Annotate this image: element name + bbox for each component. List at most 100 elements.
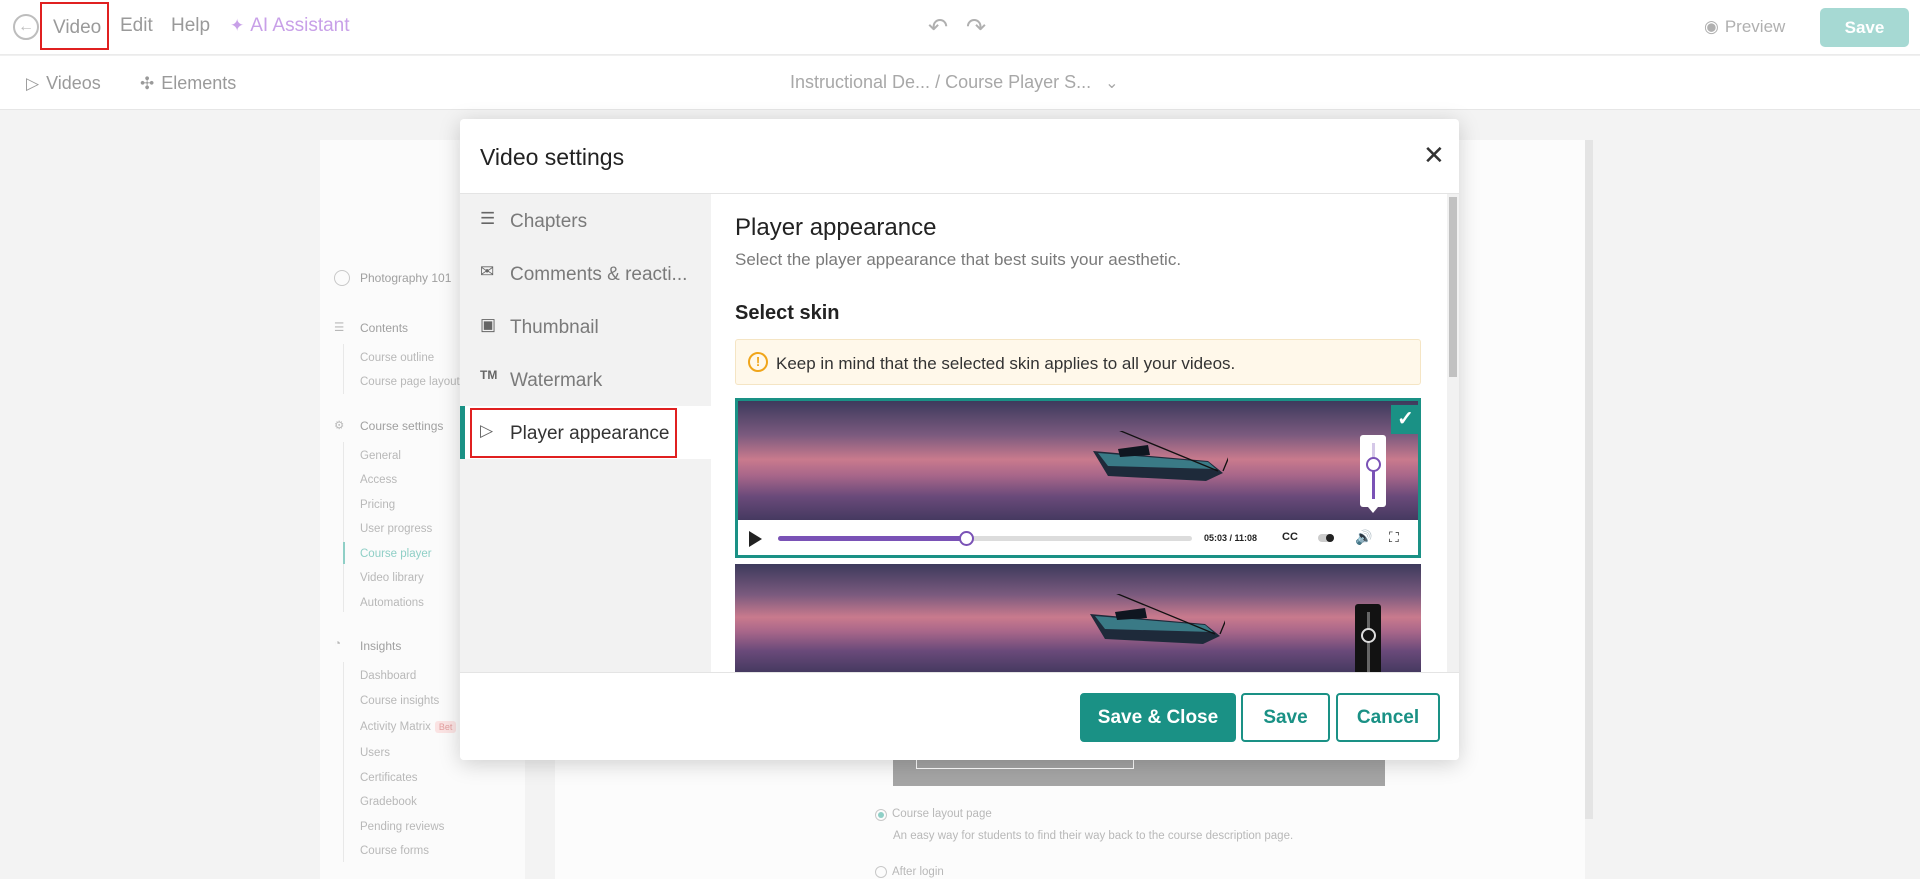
nav-item-label: Player appearance (510, 423, 670, 444)
chapters-icon: ☰ (480, 209, 496, 228)
bg-insights-item: Dashboard (360, 670, 417, 682)
modal-footer: Save & Close Save Cancel (460, 672, 1459, 760)
selected-check-icon: ✓ (1391, 405, 1418, 434)
skin-notice: ! Keep in mind that the selected skin ap… (735, 339, 1421, 385)
sparkle-icon: ✦ (230, 16, 245, 35)
bg-insights-item: Course insights (360, 695, 440, 707)
volume-knob[interactable] (1366, 457, 1381, 472)
scrollbar-thumb[interactable] (1449, 197, 1457, 377)
chevron-down-icon: ⌄ (1105, 75, 1119, 92)
close-icon[interactable]: ✕ (1423, 140, 1445, 170)
beta-badge: Bet (434, 721, 457, 733)
boat-illustration (1090, 594, 1225, 644)
bg-radio-label-2: After login (892, 866, 944, 878)
volume-slider-popup[interactable] (1360, 435, 1386, 513)
bg-insights-heading: Insights (360, 639, 402, 653)
comments-icon: ✉ (480, 262, 495, 281)
undo-icon[interactable]: ↶ (928, 13, 948, 42)
nav-item-label: Chapters (510, 211, 588, 232)
bg-radio-desc: An easy way for students to find their w… (893, 830, 1294, 842)
video-settings-modal: Video settings ✕ ☰ Chapters ✉ Comments &… (460, 119, 1459, 760)
nav-item-player-appearance[interactable]: ▷ Player appearance (460, 406, 711, 459)
bg-back-icon (334, 270, 350, 286)
bg-insights-item: Gradebook (360, 796, 417, 808)
bg-contents-heading: Contents (360, 321, 409, 335)
volume-slider-popup-dark[interactable] (1355, 604, 1381, 672)
background-scroll (1585, 140, 1593, 819)
volume-knob[interactable] (1361, 628, 1376, 643)
player-appearance-icon: ▷ (480, 421, 494, 440)
bg-settings-item-active: Course player (360, 548, 432, 560)
bg-settings-item: User progress (360, 523, 433, 535)
breadcrumb[interactable]: Instructional De... / Course Player S...… (790, 72, 1119, 93)
top-save-button[interactable]: Save (1820, 8, 1909, 47)
fullscreen-icon[interactable]: ⛶ (1389, 529, 1399, 546)
bg-insights-item: Certificates (360, 772, 418, 784)
bg-tree-line (343, 442, 344, 612)
bg-settings-item: Video library (360, 572, 424, 584)
bg-settings-item: Automations (360, 597, 424, 609)
progress-fill (778, 536, 966, 541)
nav-item-label: Thumbnail (510, 317, 599, 338)
toggle-icon[interactable] (1318, 534, 1334, 542)
content-subtitle: Select the player appearance that best s… (735, 250, 1182, 269)
redo-icon[interactable]: ↷ (966, 13, 986, 42)
player-controls: 05:03 / 11:08 CC 🔊 ⛶ (738, 520, 1418, 555)
nav-item-thumbnail[interactable]: ▣ Thumbnail (460, 300, 711, 353)
modal-header: Video settings ✕ (460, 119, 1459, 194)
bg-settings-heading: Course settings (360, 419, 444, 433)
bg-active-indicator (343, 542, 345, 564)
thumbnail-icon: ▣ (480, 315, 497, 334)
menu-edit[interactable]: Edit (120, 15, 153, 37)
cancel-button[interactable]: Cancel (1336, 693, 1440, 742)
tab-videos-label: Videos (46, 73, 101, 93)
time-display: 05:03 / 11:08 (1204, 533, 1258, 543)
tab-elements-label: Elements (161, 73, 237, 93)
menu-ai-assistant[interactable]: ✦ AI Assistant (230, 15, 350, 37)
bg-contents-item: Course outline (360, 352, 435, 364)
select-skin-heading: Select skin (735, 302, 840, 324)
pie-chart-icon: ◔ (334, 638, 341, 650)
lake-boat-image (735, 564, 1421, 672)
play-icon[interactable] (749, 531, 762, 547)
nav-item-label: Watermark (510, 370, 603, 391)
top-bar: ← Video Edit Help ✦ AI Assistant ↶ ↷ ◉ Pre… (0, 0, 1920, 55)
ai-assistant-label: AI Assistant (250, 15, 350, 36)
boat-illustration (1093, 431, 1228, 481)
preview-button[interactable]: ◉ Preview (1704, 17, 1785, 37)
skin-option-light[interactable]: ✓ 05:03 / 11:08 CC 🔊 ⛶ (735, 398, 1421, 558)
gear-icon: ⚙ (334, 420, 345, 432)
tab-elements[interactable]: ✣ Elements (140, 73, 236, 94)
breadcrumb-text: Instructional De... / Course Player S... (790, 72, 1092, 92)
bg-radio-label: Course layout page (892, 808, 992, 820)
save-close-button[interactable]: Save & Close (1080, 693, 1236, 742)
bg-course-title: Photography 101 (360, 271, 452, 285)
bg-settings-item: Access (360, 474, 398, 486)
bg-insights-item: Course forms (360, 845, 430, 857)
content-title: Player appearance (735, 214, 937, 241)
nav-item-watermark[interactable]: TM Watermark (460, 353, 711, 406)
bg-tree-line (343, 662, 344, 862)
preview-label: Preview (1724, 17, 1786, 36)
contents-icon: ☰ (334, 322, 345, 334)
tab-videos[interactable]: ▷ Videos (26, 73, 101, 94)
closed-captions-icon[interactable]: CC (1282, 531, 1298, 543)
bg-insights-item: Users (360, 747, 391, 759)
menu-video[interactable]: Video (40, 2, 109, 50)
nav-item-comments[interactable]: ✉ Comments & reacti... (460, 247, 711, 300)
nav-item-chapters[interactable]: ☰ Chapters (460, 194, 711, 247)
skin-notice-text: Keep in mind that the selected skin appl… (776, 354, 1236, 373)
menu-help[interactable]: Help (171, 15, 210, 37)
skin-option-dark[interactable] (735, 564, 1421, 672)
back-arrow-icon[interactable]: ← (13, 14, 39, 40)
bg-contents-item: Course page layout (360, 376, 460, 388)
video-camera-icon: ▷ (26, 74, 40, 93)
modal-nav: ☰ Chapters ✉ Comments & reacti... ▣ Thum… (460, 194, 711, 672)
bg-insights-item-activity: Activity Matrix Bet (360, 721, 457, 733)
progress-knob[interactable] (959, 531, 974, 546)
modal-content: Player appearance Select the player appe… (711, 194, 1459, 672)
modal-title: Video settings (480, 144, 625, 170)
save-button[interactable]: Save (1241, 693, 1330, 742)
volume-icon[interactable]: 🔊 (1355, 529, 1372, 546)
bg-settings-item: Pricing (360, 499, 396, 511)
